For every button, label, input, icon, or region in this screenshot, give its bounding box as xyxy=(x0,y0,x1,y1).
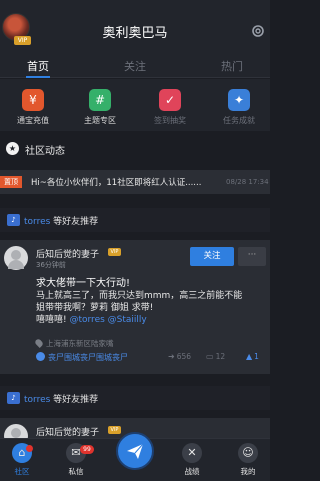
post-body-line: 姐带带我啊？萝莉 御姐 求带! xyxy=(36,303,154,313)
pinned-tag: 置顶 xyxy=(0,176,22,188)
quick-action-achievements[interactable]: ✦ 任务成就 xyxy=(209,89,269,126)
section-title: 社区动态 xyxy=(25,146,65,157)
quick-action-topics[interactable]: # 主题专区 xyxy=(70,89,130,126)
crossed-swords-icon: ✕ xyxy=(182,443,202,463)
message-count-badge: 99 xyxy=(80,445,94,454)
post-time: 36分钟前 xyxy=(36,261,66,269)
post-title[interactable]: 求大佬带一下大行动! xyxy=(36,274,130,289)
author-avatar[interactable] xyxy=(4,246,28,270)
group-name: 丧尸围城丧尸围城丧尸 xyxy=(48,353,128,362)
mention-link[interactable]: @Staiilly xyxy=(108,315,147,325)
mention-link[interactable]: @torres xyxy=(69,315,104,325)
comments-value: 12 xyxy=(215,352,226,361)
quick-action-recharge[interactable]: ¥ 通宝充值 xyxy=(3,89,63,126)
follow-button[interactable]: 关注 xyxy=(190,247,234,266)
community-section-header: ★ 社区动态 xyxy=(0,135,270,161)
author-name[interactable]: 后知后觉的妻子 xyxy=(36,425,99,438)
nav-me[interactable]: ☺ 我的 xyxy=(226,443,270,477)
tab-following[interactable]: 关注 xyxy=(100,58,170,74)
tab-hot[interactable]: 热门 xyxy=(197,58,267,74)
post-card[interactable]: 后知后觉的妻子 VIP 36分钟前 关注 ··· 求大佬带一下大行动! 马上就高… xyxy=(0,240,270,374)
post-body[interactable]: 马上就高三了，而我只达到mmm，高三之前能不能 姐带带我啊？萝莉 御姐 求带! … xyxy=(36,290,268,326)
nav-label: 社区 xyxy=(14,467,30,476)
comment-icon: ▭ xyxy=(206,352,214,361)
comments-button[interactable]: ▭ 12 xyxy=(206,352,225,361)
active-tab-indicator xyxy=(26,76,50,78)
quick-actions: ¥ 通宝充值 # 主题专区 ✓ 签到抽奖 ✦ 任务成就 xyxy=(0,79,270,131)
nav-battle-record[interactable]: ✕ 战绩 xyxy=(170,443,214,477)
top-header: VIP 奥利奥巴马 xyxy=(0,0,270,52)
paper-plane-icon xyxy=(127,443,144,459)
nav-label: 私信 xyxy=(68,467,84,476)
quick-action-label: 通宝充值 xyxy=(17,116,49,125)
medal-icon: ✦ xyxy=(228,89,250,111)
tab-bar: 首页 关注 热门 xyxy=(0,52,270,78)
hashtag-icon: # xyxy=(89,89,111,111)
more-options-button[interactable]: ··· xyxy=(238,247,266,266)
vip-badge: VIP xyxy=(108,248,121,256)
compose-button[interactable] xyxy=(116,432,154,470)
post-body-prefix: 嘻嘻嘻! xyxy=(36,315,70,325)
post-body-line: 嘻嘻嘻! @torres @Staiilly xyxy=(36,314,268,326)
recommend-suffix: 等好友推荐 xyxy=(50,217,99,227)
friend-recommendation[interactable]: ♪ torres 等好友推荐 xyxy=(0,208,270,232)
notice-text[interactable]: Hi~各位小伙伴们，11社区即将红人认证...... xyxy=(31,176,207,188)
like-button[interactable]: ▲ 1 xyxy=(246,352,259,361)
nav-label: 战绩 xyxy=(184,467,200,476)
quick-action-checkin[interactable]: ✓ 签到抽奖 xyxy=(140,89,200,126)
location-pin-icon xyxy=(34,338,44,348)
tab-home[interactable]: 首页 xyxy=(3,58,73,74)
friend-recommendation[interactable]: ♪ torres 等好友推荐 xyxy=(0,386,270,410)
location-text: 上海浦东新区陆家嘴 xyxy=(46,339,114,348)
likes-value: 1 xyxy=(254,352,259,361)
star-icon: ★ xyxy=(6,142,19,155)
group-icon xyxy=(36,352,45,361)
quick-action-label: 签到抽奖 xyxy=(154,116,186,125)
page-title: 奥利奥巴马 xyxy=(102,26,168,41)
pinned-notice[interactable]: 置顶 Hi~各位小伙伴们，11社区即将红人认证...... 08/28 17:3… xyxy=(0,170,270,194)
nav-label: 我的 xyxy=(240,467,256,476)
group-link[interactable]: 丧尸围城丧尸围城丧尸 xyxy=(36,352,128,363)
recommendation-text: torres 等好友推荐 xyxy=(24,214,98,227)
views-value: 656 xyxy=(176,352,192,361)
recommendation-text: torres 等好友推荐 xyxy=(24,392,98,405)
quick-action-label: 主题专区 xyxy=(84,116,116,125)
quick-action-label: 任务成就 xyxy=(223,116,255,125)
settings-icon[interactable] xyxy=(250,23,266,39)
vip-badge: VIP xyxy=(108,426,121,434)
notification-dot xyxy=(26,445,33,452)
yuan-icon: ¥ xyxy=(22,89,44,111)
nav-community[interactable]: ⌂ 社区 xyxy=(0,443,44,477)
nav-messages[interactable]: ✉ 99 私信 xyxy=(54,443,98,477)
calendar-icon: ✓ xyxy=(159,89,181,111)
recommend-icon: ♪ xyxy=(7,214,20,226)
eye-icon: ➜ xyxy=(168,352,175,361)
profile-icon: ☺ xyxy=(238,443,258,463)
author-name[interactable]: 后知后觉的妻子 xyxy=(36,247,99,260)
recommend-user[interactable]: torres xyxy=(24,395,50,405)
post-body-line: 马上就高三了，而我只达到mmm，高三之前能不能 xyxy=(36,291,243,301)
post-location[interactable]: 上海浦东新区陆家嘴 xyxy=(34,338,114,349)
recommend-user[interactable]: torres xyxy=(24,217,50,227)
notice-time: 08/28 17:34 xyxy=(226,178,269,186)
thumbs-up-icon: ▲ xyxy=(246,352,253,361)
views-count: ➜ 656 xyxy=(168,352,191,361)
recommend-icon: ♪ xyxy=(7,392,20,404)
recommend-suffix: 等好友推荐 xyxy=(50,395,99,405)
